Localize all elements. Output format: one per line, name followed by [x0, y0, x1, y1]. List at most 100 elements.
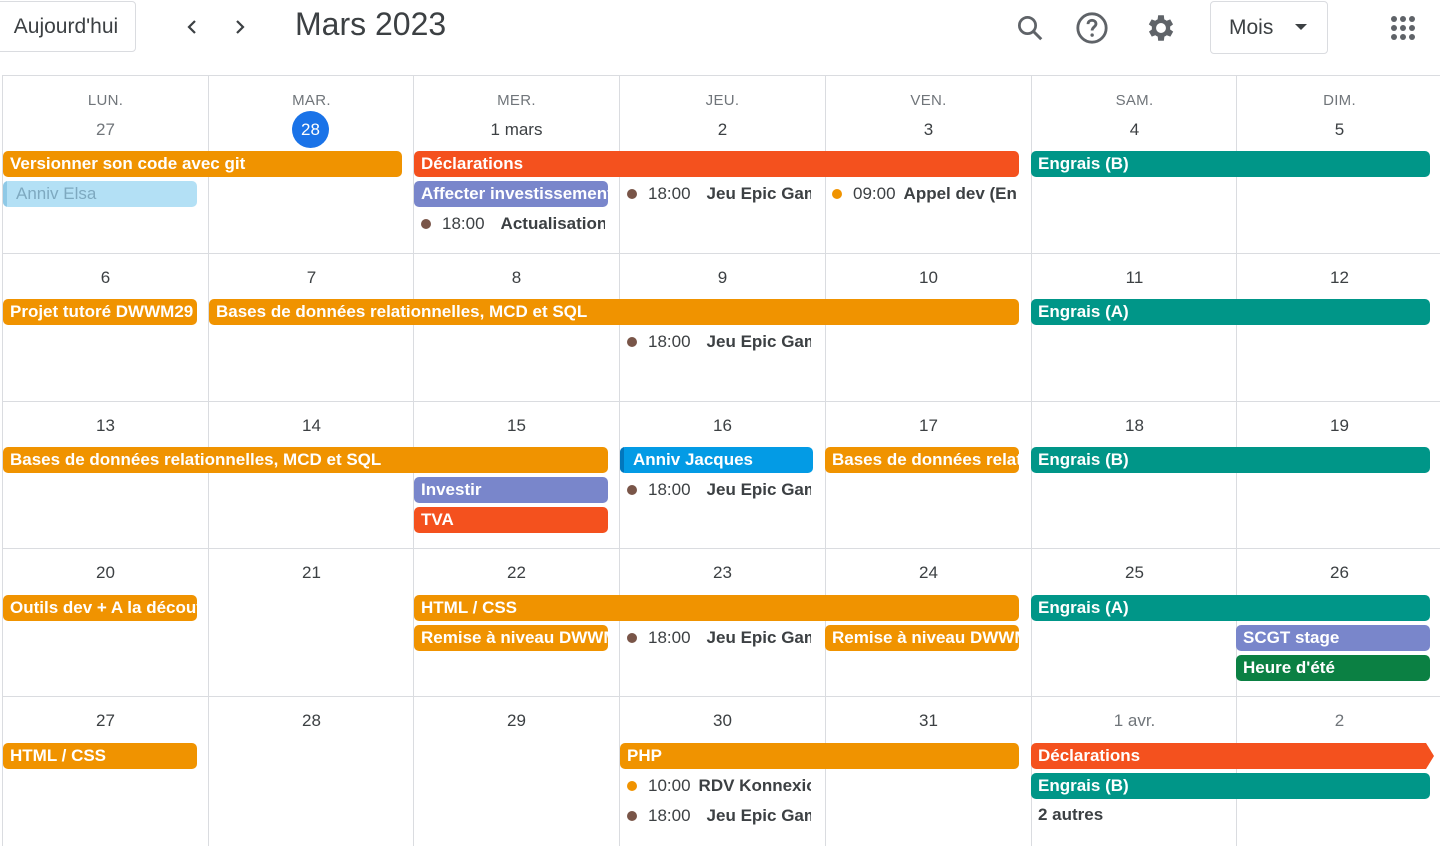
- day-number[interactable]: 6: [3, 268, 208, 288]
- event-chip[interactable]: Anniv Elsa: [3, 181, 197, 207]
- event-time: 18:00: [648, 184, 691, 203]
- event-dot: [627, 633, 637, 643]
- weekday-header: JEU.: [705, 92, 740, 109]
- day-number[interactable]: 14: [209, 416, 414, 436]
- previous-month-button[interactable]: [175, 10, 209, 44]
- event-chip[interactable]: Engrais (B): [1031, 447, 1430, 473]
- day-number[interactable]: 4: [1032, 120, 1237, 140]
- event-title: Anniv Jacques: [633, 450, 753, 469]
- day-number[interactable]: 1 avr.: [1032, 711, 1237, 731]
- day-number[interactable]: 27: [3, 120, 208, 140]
- settings-button[interactable]: [1142, 9, 1180, 47]
- day-number[interactable]: 24: [826, 563, 1031, 583]
- timed-event[interactable]: 18:00 Jeu Epic Games: [627, 477, 811, 503]
- day-number[interactable]: 21: [209, 563, 414, 583]
- day-number[interactable]: 26: [1237, 563, 1440, 583]
- day-number[interactable]: 9: [620, 268, 825, 288]
- chevron-right-icon: [236, 20, 245, 34]
- event-dot: [627, 811, 637, 821]
- weekday-header: DIM.: [1323, 92, 1356, 109]
- day-number[interactable]: 31: [826, 711, 1031, 731]
- event-title: Jeu Epic Games: [706, 332, 811, 351]
- event-dot: [627, 485, 637, 495]
- day-number[interactable]: 7: [209, 268, 414, 288]
- event-time: 18:00: [442, 214, 485, 233]
- day-number[interactable]: 22: [414, 563, 619, 583]
- today-button[interactable]: Aujourd'hui: [0, 1, 136, 52]
- day-number[interactable]: 13: [3, 416, 208, 436]
- event-title: Anniv Elsa: [16, 184, 97, 203]
- day-number[interactable]: 5: [1237, 120, 1440, 140]
- day-number[interactable]: 2: [620, 120, 825, 140]
- day-number[interactable]: 30: [620, 711, 825, 731]
- day-number[interactable]: 17: [826, 416, 1031, 436]
- weekday-header: MAR.: [292, 92, 331, 109]
- day-number-today[interactable]: 28: [292, 111, 329, 148]
- day-number[interactable]: 28: [209, 711, 414, 731]
- event-chip[interactable]: Remise à niveau DWWM: [414, 625, 608, 651]
- timed-event[interactable]: 18:00 Jeu Epic Games: [627, 181, 811, 207]
- event-chip[interactable]: Bases de données relationnelles, MCD et …: [209, 299, 1019, 325]
- grid-line: [2, 253, 1440, 254]
- event-chip[interactable]: Engrais (A): [1031, 299, 1430, 325]
- event-dot: [421, 219, 431, 229]
- event-chip[interactable]: Engrais (A): [1031, 595, 1430, 621]
- weekday-header: SAM.: [1115, 92, 1154, 109]
- event-chip[interactable]: Remise à niveau DWWM: [825, 625, 1019, 651]
- event-chip[interactable]: TVA: [414, 507, 608, 533]
- event-title: Appel dev (En: [903, 184, 1016, 203]
- day-number[interactable]: 27: [3, 711, 208, 731]
- day-number[interactable]: 10: [826, 268, 1031, 288]
- timed-event[interactable]: 18:00 Jeu Epic Games: [627, 803, 811, 829]
- apps-button[interactable]: [1384, 9, 1422, 47]
- event-chip[interactable]: Anniv Jacques: [620, 447, 813, 473]
- timed-event[interactable]: 18:00 Jeu Epic Games: [627, 329, 811, 355]
- event-chip[interactable]: Versionner son code avec git: [3, 151, 402, 177]
- day-number[interactable]: 11: [1032, 268, 1237, 288]
- day-number[interactable]: 2: [1237, 711, 1440, 731]
- event-chip[interactable]: Heure d'été: [1236, 655, 1430, 681]
- event-chip[interactable]: SCGT stage: [1236, 625, 1430, 651]
- event-chip[interactable]: Déclarations: [414, 151, 1019, 177]
- more-events-link[interactable]: 2 autres: [1038, 805, 1103, 825]
- gear-icon: [1148, 15, 1174, 41]
- search-button[interactable]: [1011, 9, 1049, 47]
- day-number[interactable]: 1 mars: [414, 120, 619, 140]
- event-chip[interactable]: Déclarations: [1031, 743, 1426, 769]
- day-number[interactable]: 15: [414, 416, 619, 436]
- event-dot: [627, 189, 637, 199]
- event-title: Jeu Epic Games: [706, 184, 811, 203]
- day-number[interactable]: 20: [3, 563, 208, 583]
- event-chip[interactable]: Engrais (B): [1031, 151, 1430, 177]
- day-number[interactable]: 18: [1032, 416, 1237, 436]
- event-chip[interactable]: Outils dev + A la découverte: [3, 595, 197, 621]
- day-number[interactable]: 23: [620, 563, 825, 583]
- timed-event[interactable]: 10:00 RDV Konnexion: [627, 773, 811, 799]
- day-number[interactable]: 29: [414, 711, 619, 731]
- event-title: RDV Konnexion: [698, 776, 811, 795]
- day-number[interactable]: 16: [620, 416, 825, 436]
- timed-event[interactable]: 09:00 Appel dev (En: [832, 181, 1016, 207]
- event-chip[interactable]: PHP: [620, 743, 1019, 769]
- view-selector[interactable]: Mois: [1210, 1, 1328, 54]
- event-chip[interactable]: Investir: [414, 477, 608, 503]
- day-number[interactable]: 12: [1237, 268, 1440, 288]
- event-chip[interactable]: HTML / CSS: [3, 743, 197, 769]
- event-time: 18:00: [648, 806, 691, 825]
- day-number[interactable]: 19: [1237, 416, 1440, 436]
- day-number[interactable]: 25: [1032, 563, 1237, 583]
- event-time: 18:00: [648, 480, 691, 499]
- help-button[interactable]: [1073, 9, 1111, 47]
- day-number[interactable]: 8: [414, 268, 619, 288]
- next-month-button[interactable]: [223, 10, 257, 44]
- day-number[interactable]: 3: [826, 120, 1031, 140]
- timed-event[interactable]: 18:00 Actualisation: [421, 211, 605, 237]
- event-chip[interactable]: Bases de données relationnelles, MCD et …: [3, 447, 608, 473]
- event-time: 10:00: [648, 776, 691, 795]
- timed-event[interactable]: 18:00 Jeu Epic Games: [627, 625, 811, 651]
- event-chip[interactable]: Engrais (B): [1031, 773, 1430, 799]
- event-chip[interactable]: HTML / CSS: [414, 595, 1019, 621]
- event-chip[interactable]: Projet tutoré DWWM29: [3, 299, 197, 325]
- event-chip[interactable]: Affecter investissement: [414, 181, 608, 207]
- event-chip[interactable]: Bases de données relationnelles: [825, 447, 1019, 473]
